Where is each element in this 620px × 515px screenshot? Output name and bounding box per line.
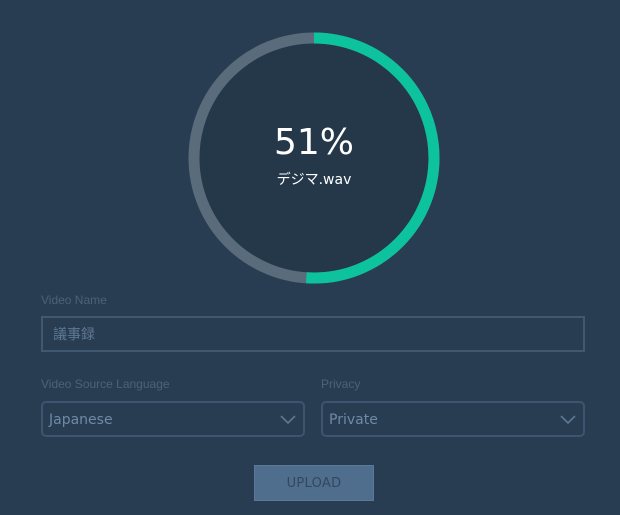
upload-progress-ring: 51% デジマ.wav [188, 32, 440, 284]
privacy-value: Private [329, 412, 378, 428]
chevron-down-icon [560, 415, 576, 425]
source-language-select[interactable]: Japanese [41, 401, 305, 437]
upload-page: 51% デジマ.wav Video Name Video Source Lang… [0, 0, 620, 515]
source-language-label: Video Source Language [41, 377, 170, 391]
progress-file-name: デジマ.wav [276, 172, 352, 188]
video-name-input[interactable] [41, 316, 585, 352]
progress-percent: 51% [273, 122, 354, 163]
source-language-value: Japanese [49, 412, 113, 428]
privacy-select[interactable]: Private [321, 401, 585, 437]
chevron-down-icon [280, 415, 296, 425]
upload-button[interactable]: UPLOAD [254, 465, 374, 501]
video-name-label: Video Name [41, 293, 107, 307]
privacy-label: Privacy [321, 377, 361, 391]
progress-center: 51% デジマ.wav [188, 32, 440, 284]
